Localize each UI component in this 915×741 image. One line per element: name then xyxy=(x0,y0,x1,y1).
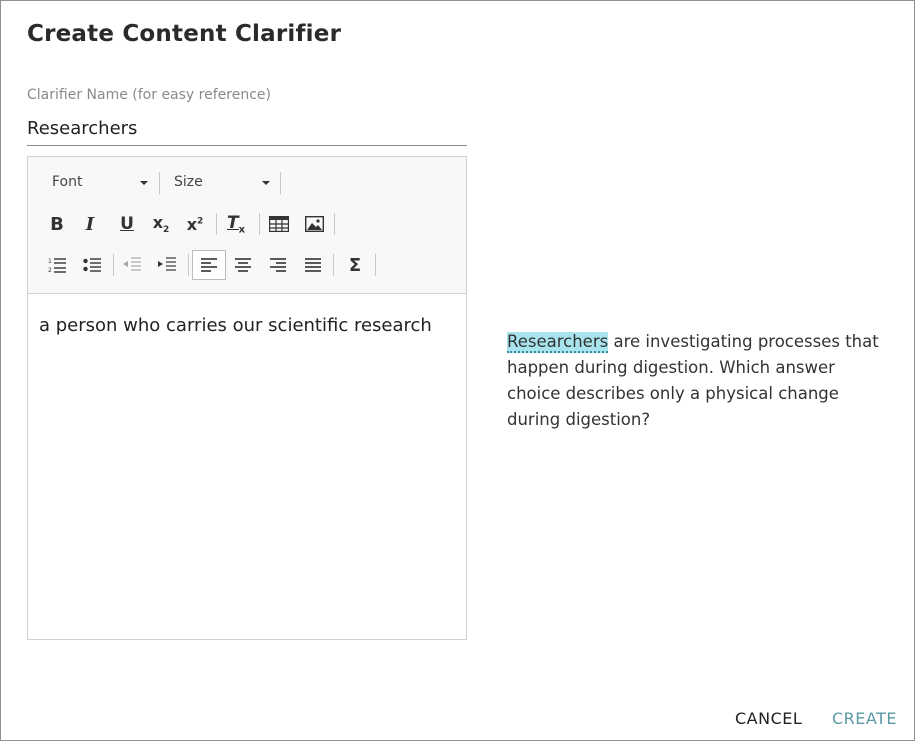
clarifier-name-label: Clarifier Name (for easy reference) xyxy=(27,87,271,103)
superscript-icon: x2 xyxy=(186,214,204,234)
table-icon xyxy=(269,216,289,232)
font-dropdown[interactable]: Font xyxy=(52,169,148,195)
chevron-down-icon xyxy=(262,181,270,185)
create-clarifier-dialog: Create Content Clarifier Clarifier Name … xyxy=(0,0,915,741)
insert-table-button[interactable] xyxy=(264,209,294,239)
insert-image-button[interactable] xyxy=(299,209,329,239)
justify-button[interactable] xyxy=(298,250,328,280)
chevron-down-icon xyxy=(140,181,148,185)
align-right-button[interactable] xyxy=(263,250,293,280)
size-dropdown-label: Size xyxy=(174,174,203,190)
highlighted-term[interactable]: Researchers xyxy=(507,332,609,353)
bold-button[interactable]: B xyxy=(42,209,72,239)
align-right-icon xyxy=(270,258,286,272)
align-center-button[interactable] xyxy=(228,250,258,280)
align-justify-icon xyxy=(305,258,321,272)
svg-text:1: 1 xyxy=(48,258,52,265)
toolbar-divider xyxy=(333,254,334,276)
remove-format-icon: Tx xyxy=(226,212,246,236)
align-left-icon xyxy=(201,258,217,272)
editor-toolbar: Font Size B I U x2 x2 Tx 1 2 Σ xyxy=(28,157,466,294)
outdent-icon xyxy=(123,257,141,271)
create-button[interactable]: CREATE xyxy=(832,709,897,728)
remove-format-button[interactable]: Tx xyxy=(221,209,251,239)
toolbar-divider xyxy=(334,213,335,235)
dialog-title: Create Content Clarifier xyxy=(27,21,342,47)
superscript-button[interactable]: x2 xyxy=(180,209,210,239)
editor-content[interactable]: a person who carries our scientific rese… xyxy=(39,315,432,336)
sigma-icon: Σ xyxy=(348,254,362,276)
image-icon xyxy=(304,216,324,232)
bulleted-list-button[interactable] xyxy=(77,250,107,280)
align-center-icon xyxy=(235,258,251,272)
passage-preview: Researchers are investigating processes … xyxy=(507,329,887,433)
italic-button[interactable]: I xyxy=(75,209,105,239)
underline-icon: U xyxy=(120,214,134,234)
toolbar-divider xyxy=(188,254,189,276)
decrease-indent-button[interactable] xyxy=(117,250,147,280)
subscript-button[interactable]: x2 xyxy=(146,209,176,239)
toolbar-divider xyxy=(280,172,281,194)
increase-indent-button[interactable] xyxy=(152,250,182,280)
toolbar-divider xyxy=(113,254,114,276)
indent-icon xyxy=(158,257,176,271)
underline-button[interactable]: U xyxy=(112,209,142,239)
cancel-button[interactable]: CANCEL xyxy=(735,709,802,728)
bold-icon: B xyxy=(50,213,64,235)
italic-icon: I xyxy=(85,213,95,235)
math-equation-button[interactable]: Σ xyxy=(340,250,370,280)
clarifier-name-input[interactable] xyxy=(27,111,467,146)
size-dropdown[interactable]: Size xyxy=(174,169,270,195)
numbered-list-icon: 1 2 xyxy=(48,258,66,273)
toolbar-divider xyxy=(216,213,217,235)
toolbar-divider xyxy=(259,213,260,235)
svg-text:2: 2 xyxy=(48,267,52,273)
numbered-list-button[interactable]: 1 2 xyxy=(42,250,72,280)
font-dropdown-label: Font xyxy=(52,174,83,190)
subscript-icon: x2 xyxy=(152,212,170,236)
bulleted-list-icon xyxy=(83,258,101,272)
align-left-button[interactable] xyxy=(192,250,226,280)
toolbar-divider xyxy=(159,172,160,194)
toolbar-divider xyxy=(375,254,376,276)
rich-text-editor: Font Size B I U x2 x2 Tx 1 2 Σ a person … xyxy=(27,156,467,640)
